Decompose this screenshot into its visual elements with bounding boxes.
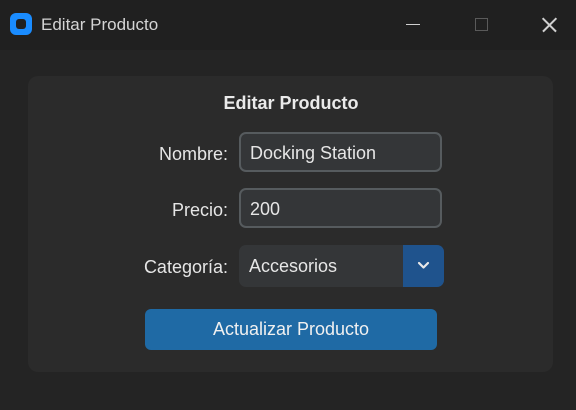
nombre-value: Docking Station bbox=[250, 143, 377, 163]
precio-value: 200 bbox=[250, 199, 281, 219]
close-button[interactable] bbox=[526, 0, 572, 50]
categoria-selected-value: Accesorios bbox=[249, 256, 338, 276]
title-bar[interactable]: Editar Producto bbox=[0, 0, 576, 50]
nombre-label: Nombre: bbox=[158, 144, 228, 164]
nombre-input[interactable]: Docking Station bbox=[239, 132, 442, 172]
chevron-down-icon bbox=[417, 261, 430, 269]
app-window: Editar Producto Editar Producto Nombre: … bbox=[0, 0, 576, 410]
window-title: Editar Producto bbox=[41, 15, 159, 34]
maximize-button[interactable] bbox=[458, 0, 504, 50]
categoria-select[interactable]: Accesorios bbox=[239, 245, 444, 287]
precio-input[interactable]: 200 bbox=[239, 188, 442, 228]
categoria-dropdown-button[interactable] bbox=[403, 245, 444, 287]
app-logo-icon bbox=[10, 13, 32, 35]
precio-label: Precio: bbox=[171, 200, 228, 220]
minimize-button[interactable] bbox=[390, 0, 436, 50]
categoria-label: Categoría: bbox=[143, 257, 228, 277]
form-title: Editar Producto bbox=[223, 93, 359, 113]
actualizar-producto-button[interactable]: Actualizar Producto bbox=[145, 309, 437, 350]
